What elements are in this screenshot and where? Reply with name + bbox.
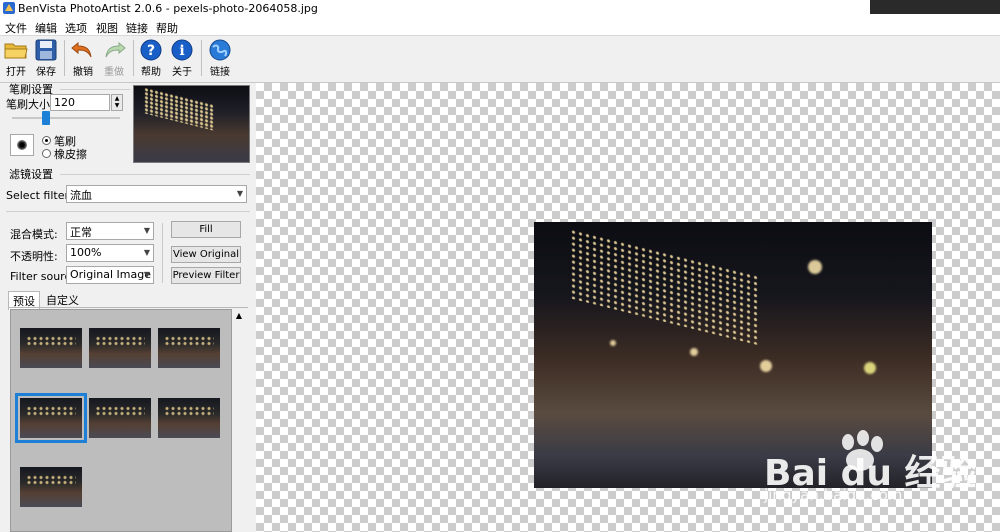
open-label: 打开	[6, 67, 26, 78]
spinner-down-icon[interactable]: ▼	[112, 102, 122, 109]
chevron-down-icon: ▼	[236, 189, 243, 198]
tab-divider	[8, 307, 248, 308]
blend-mode-label: 混合模式:	[10, 228, 58, 241]
filter-source-value: Original Image	[70, 268, 151, 281]
undo-arrow-icon	[71, 41, 92, 58]
window-title: BenVista PhotoArtist 2.0.6 - pexels-phot…	[18, 2, 318, 15]
spinner-up-icon[interactable]: ▲	[112, 95, 122, 102]
preset-thumbnail[interactable]	[20, 467, 82, 507]
brush-preview	[10, 134, 34, 156]
floppy-disk-icon	[35, 39, 57, 61]
preset-thumbnail[interactable]	[20, 328, 82, 368]
menu-link[interactable]: 链接	[126, 20, 148, 36]
opacity-value: 100%	[70, 246, 102, 259]
scroll-up-icon[interactable]: ▲	[232, 311, 246, 320]
menu-bar: 文件 编辑 选项 视图 链接 帮助	[0, 18, 1000, 36]
menu-options[interactable]: 选项	[65, 20, 87, 36]
folder-icon	[4, 43, 28, 59]
opacity-label: 不透明性:	[10, 250, 58, 263]
link-label: 链接	[210, 67, 230, 78]
preset-scrollbar[interactable]: ▲	[232, 309, 246, 532]
title-bar: BenVista PhotoArtist 2.0.6 - pexels-phot…	[0, 0, 1000, 18]
bokeh-light	[760, 360, 772, 372]
eraser-mode-label: 橡皮擦	[54, 148, 87, 161]
preset-grid	[10, 309, 232, 532]
toolbar-separator	[133, 40, 134, 76]
watermark: Bai du 经验 jingyan.baidu.com	[760, 428, 977, 508]
toolbar: 打开 保存 撤销 重做 ? 帮助 i 关于 链接	[0, 36, 1000, 83]
help-label: 帮助	[141, 67, 161, 78]
select-filter-label: Select filter:	[6, 189, 73, 202]
vertical-divider	[162, 223, 163, 283]
preset-thumbnail[interactable]	[89, 328, 151, 368]
menu-edit[interactable]: 编辑	[35, 20, 57, 36]
blend-mode-value: 正常	[70, 226, 92, 239]
help-icon: ?	[140, 39, 162, 61]
save-label: 保存	[36, 67, 56, 78]
filter-source-dropdown[interactable]: Original Image ▼	[66, 266, 154, 284]
about-label: 关于	[172, 67, 192, 78]
about-button[interactable]: i 关于	[166, 38, 198, 80]
bokeh-light	[864, 362, 876, 374]
redo-label: 重做	[104, 67, 124, 78]
menu-view[interactable]: 视图	[96, 20, 118, 36]
menu-help[interactable]: 帮助	[156, 20, 178, 36]
app-icon	[3, 2, 15, 14]
eraser-mode-radio[interactable]	[42, 149, 51, 158]
watermark-url: jingyan.baidu.com	[764, 486, 903, 504]
svg-text:?: ?	[147, 43, 155, 59]
preset-thumbnail[interactable]	[89, 398, 151, 438]
filter-settings-title: 滤镜设置	[9, 168, 53, 181]
redo-button: 重做	[98, 38, 130, 80]
save-button[interactable]: 保存	[30, 38, 62, 80]
group-divider	[6, 211, 250, 212]
globe-icon	[209, 39, 231, 61]
undo-button[interactable]: 撤销	[67, 38, 99, 80]
redo-arrow-icon	[105, 41, 126, 58]
brush-settings-title: 笔刷设置	[9, 83, 53, 96]
blend-mode-dropdown[interactable]: 正常 ▼	[66, 222, 154, 240]
open-button[interactable]: 打开	[0, 38, 32, 80]
link-button[interactable]: 链接	[204, 38, 236, 80]
preview-filter-button[interactable]: Preview Filter	[171, 267, 241, 284]
help-button[interactable]: ? 帮助	[135, 38, 167, 80]
opacity-dropdown[interactable]: 100% ▼	[66, 244, 154, 262]
brush-size-input[interactable]: 120	[50, 94, 110, 111]
bokeh-light	[610, 340, 616, 346]
brush-size-spinner[interactable]: ▲ ▼	[111, 94, 123, 111]
svg-text:i: i	[179, 43, 184, 59]
fill-button[interactable]: Fill	[171, 221, 241, 238]
brush-size-slider-thumb[interactable]	[42, 111, 50, 125]
navigator-thumbnail[interactable]	[133, 85, 250, 163]
chevron-down-icon: ▼	[143, 248, 150, 257]
preset-thumbnail[interactable]	[158, 398, 220, 438]
bokeh-light	[690, 348, 698, 356]
info-icon: i	[171, 39, 193, 61]
bokeh-light	[808, 260, 822, 274]
menu-file[interactable]: 文件	[5, 20, 27, 36]
group-divider	[60, 89, 130, 90]
select-filter-value: 流血	[70, 189, 92, 202]
group-divider	[60, 174, 250, 175]
brush-mode-radio[interactable]	[42, 136, 51, 145]
toolbar-separator	[201, 40, 202, 76]
preset-thumbnail-selected[interactable]	[15, 393, 87, 443]
select-filter-dropdown[interactable]: 流血 ▼	[66, 185, 247, 203]
preset-thumbnail[interactable]	[158, 328, 220, 368]
brush-size-slider-track[interactable]	[12, 117, 120, 119]
brush-size-label: 笔刷大小:	[6, 98, 54, 111]
view-original-button[interactable]: View Original	[171, 246, 241, 263]
toolbar-separator	[64, 40, 65, 76]
chevron-down-icon: ▼	[143, 226, 150, 235]
chevron-down-icon: ▼	[143, 270, 150, 279]
title-bar-dark-region	[870, 0, 1000, 14]
left-panel: 笔刷设置 笔刷大小: 120 ▲ ▼ 笔刷 橡皮擦 滤镜设置 Select fi…	[0, 83, 254, 532]
undo-label: 撤销	[73, 67, 93, 78]
brush-dot-icon	[17, 140, 27, 150]
